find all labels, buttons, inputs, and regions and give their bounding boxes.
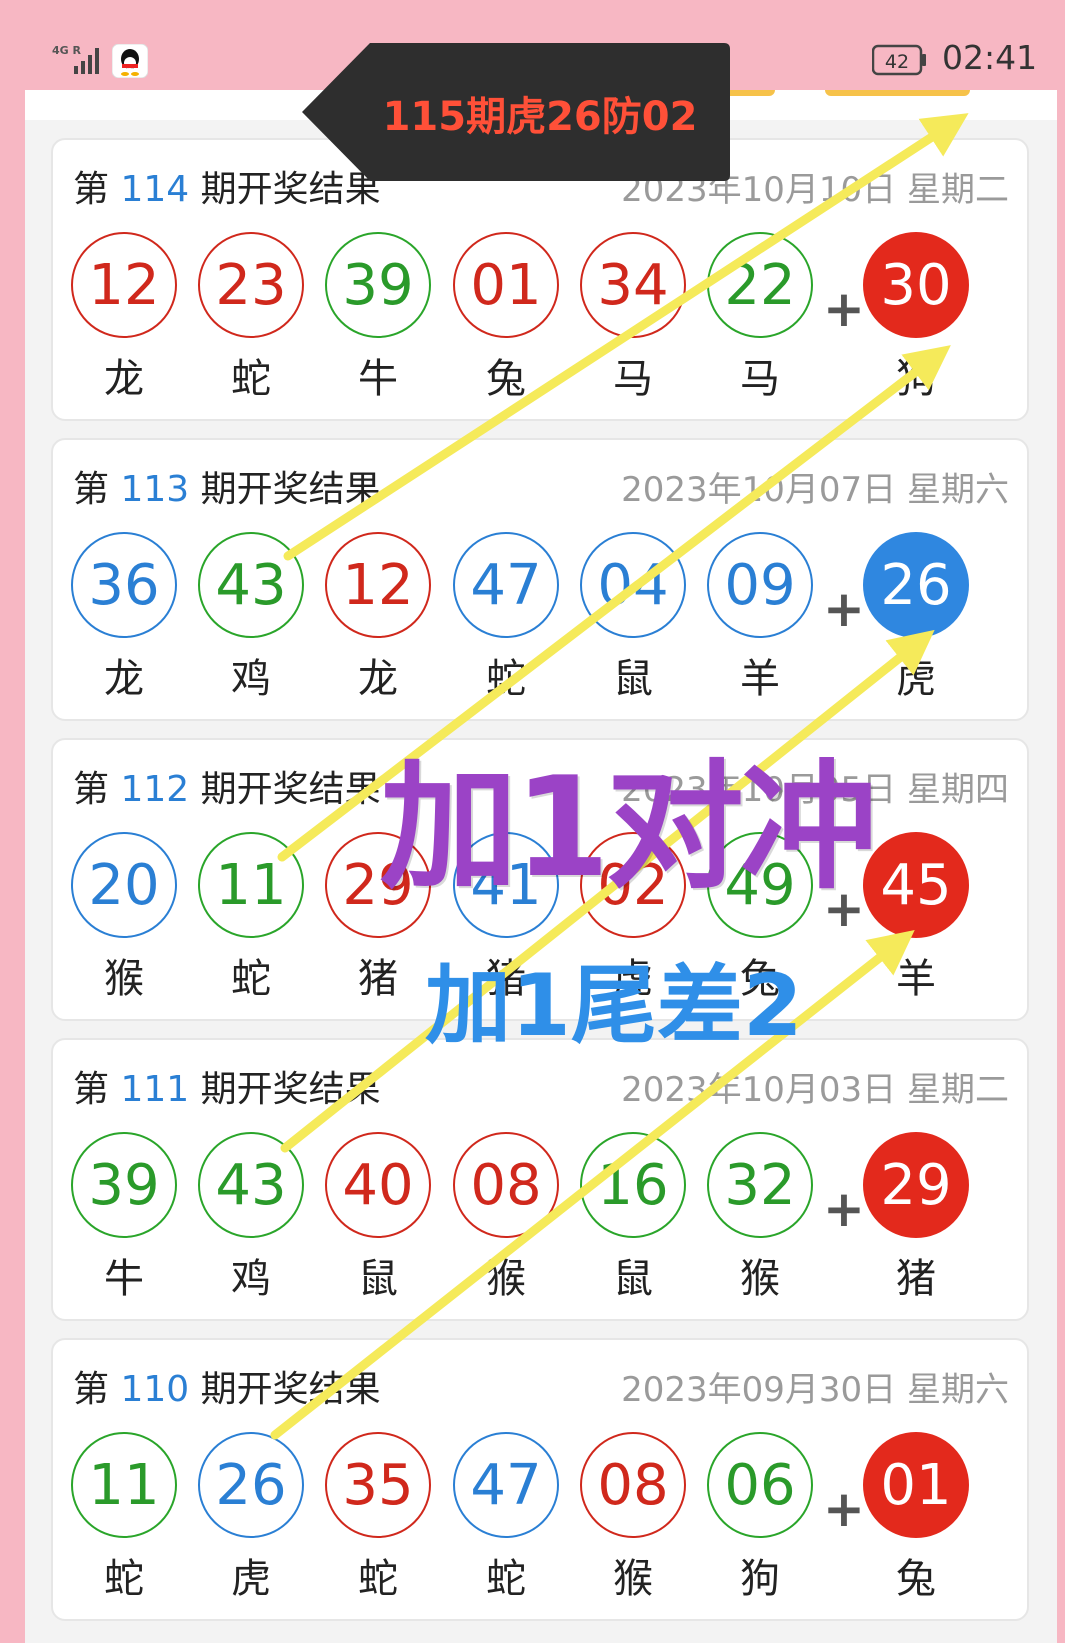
overlay-sub-text: 加1尾差2 xyxy=(425,956,803,1056)
callout-text: 115期虎26防02 xyxy=(382,94,698,140)
overlay-big-text: 加1对冲 xyxy=(380,747,878,908)
arrow-line xyxy=(283,113,969,561)
